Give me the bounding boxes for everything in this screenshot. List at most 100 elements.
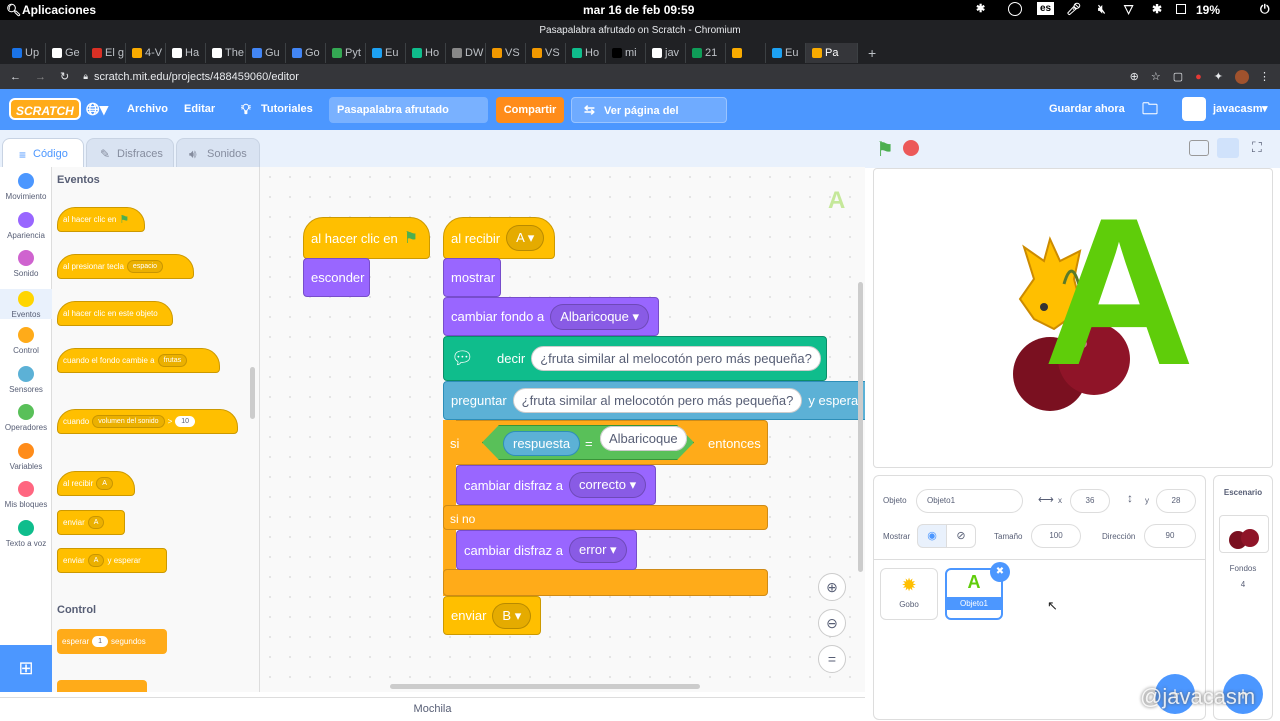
menu-editar[interactable]: Editar xyxy=(184,89,215,130)
stop-icon[interactable] xyxy=(903,140,919,156)
sprite-name-input[interactable]: Objeto1 xyxy=(916,489,1023,513)
globe-icon[interactable]: 🌐︎▾ xyxy=(86,89,108,130)
user-menu-chevron-icon[interactable]: ▾ xyxy=(1262,89,1268,130)
browser-tab[interactable]: Eu xyxy=(766,43,806,63)
green-flag-icon[interactable]: ⚑ xyxy=(876,137,894,162)
block-palette[interactable]: Eventos al hacer clic en ⚑ al presionar t… xyxy=(52,167,260,692)
answer-reporter[interactable]: respuesta xyxy=(503,431,581,456)
palette-block-broadcast[interactable]: enviar A xyxy=(57,510,125,535)
reload-icon[interactable]: ↻ xyxy=(60,70,69,83)
category-control[interactable]: Control xyxy=(0,327,52,355)
backpack-bar[interactable]: Mochila xyxy=(0,697,865,720)
message-dropdown[interactable]: A xyxy=(96,477,113,490)
browser-tab[interactable]: jav xyxy=(646,43,686,63)
browser-tab[interactable]: Gu xyxy=(246,43,286,63)
browser-tab[interactable]: Pa xyxy=(806,43,858,63)
browser-tab[interactable]: Go xyxy=(286,43,326,63)
bookmark-star-icon[interactable]: ☆ xyxy=(1151,70,1161,83)
new-tab-icon[interactable]: + xyxy=(868,45,876,61)
forward-icon[interactable]: → xyxy=(35,71,46,83)
fullscreen-icon[interactable]: ⛶ xyxy=(1252,139,1262,156)
browser-tab[interactable]: El g xyxy=(86,43,126,63)
compare-value-input[interactable]: Albaricoque xyxy=(600,426,687,451)
palette-block-when-greater-than[interactable]: cuando volumen del sonido >10 xyxy=(57,409,238,434)
block-switch-costume-error[interactable]: cambiar disfraz a error ▾ xyxy=(456,530,637,570)
small-stage-icon[interactable] xyxy=(1189,140,1209,156)
script-vertical-scrollbar[interactable] xyxy=(858,282,863,572)
user-name[interactable]: javacasm xyxy=(1213,89,1263,130)
profile-avatar[interactable] xyxy=(1235,69,1249,84)
category-sonido[interactable]: Sonido xyxy=(0,250,52,278)
speak-text-input[interactable]: ¿fruta similar al melocotón pero más peq… xyxy=(531,346,821,371)
browser-menu-icon[interactable]: ⋮ xyxy=(1259,70,1270,83)
browser-tab[interactable]: Ho xyxy=(406,43,446,63)
x-input[interactable]: 36 xyxy=(1070,489,1110,513)
sprite-tile-gobo[interactable]: ✹ Gobo xyxy=(880,568,938,620)
browser-tab[interactable]: 21 xyxy=(686,43,726,63)
category-eventos[interactable]: Eventos xyxy=(0,288,52,319)
message-dropdown[interactable]: A xyxy=(87,554,105,567)
message-dropdown[interactable]: A xyxy=(87,516,105,529)
bluetooth-status-icon[interactable]: ✱ xyxy=(1152,2,1162,16)
palette-block-repeat[interactable] xyxy=(57,680,147,692)
backdrop-dropdown[interactable]: frutas xyxy=(157,354,188,367)
zoom-in-button[interactable]: ⊕ xyxy=(818,573,846,601)
browser-tab[interactable]: Up xyxy=(6,43,46,63)
palette-block-wait[interactable]: esperar 1 segundos xyxy=(57,629,167,654)
y-input[interactable]: 28 xyxy=(1156,489,1196,513)
user-avatar[interactable] xyxy=(1182,97,1206,121)
costume-dropdown[interactable]: correcto ▾ xyxy=(568,472,647,498)
add-extension-button[interactable]: ⊞ xyxy=(0,645,52,692)
block-switch-backdrop[interactable]: cambiar fondo a Albaricoque ▾ xyxy=(443,297,659,336)
palette-block-when-key-pressed[interactable]: al presionar tecla espacio xyxy=(57,254,194,279)
key-dropdown[interactable]: espacio xyxy=(126,260,164,273)
large-stage-icon[interactable] xyxy=(1217,138,1239,158)
show-visible-toggle[interactable]: ◉ xyxy=(917,524,947,548)
browser-tab[interactable]: VS xyxy=(526,43,566,63)
browser-tab[interactable]: Pyt xyxy=(326,43,366,63)
message-dropdown[interactable]: B ▾ xyxy=(492,602,532,629)
palette-block-broadcast-and-wait[interactable]: enviar Ay esperar xyxy=(57,548,167,573)
browser-tab[interactable]: mi xyxy=(606,43,646,63)
category-sensores[interactable]: Sensores xyxy=(0,365,52,394)
costume-dropdown[interactable]: error ▾ xyxy=(568,537,627,563)
adblock-icon[interactable]: ● xyxy=(1195,71,1202,83)
project-title-input[interactable]: Pasapalabra afrutado xyxy=(329,97,488,123)
message-dropdown[interactable]: A ▾ xyxy=(506,225,545,251)
browser-tab[interactable]: DW xyxy=(446,43,486,63)
tab-codigo[interactable]: Código xyxy=(2,138,84,168)
zoom-icon[interactable]: ⊕ xyxy=(1130,70,1139,83)
category-variables[interactable]: Variables xyxy=(0,442,52,471)
palette-block-when-backdrop-switches[interactable]: cuando el fondo cambie a frutas xyxy=(57,348,220,373)
menu-tutoriales[interactable]: Tutoriales xyxy=(261,89,313,130)
back-icon[interactable]: ← xyxy=(10,71,21,83)
category-mis-bloques[interactable]: Mis bloques xyxy=(0,481,52,509)
menu-archivo[interactable]: Archivo xyxy=(127,89,168,130)
number-input[interactable]: 1 xyxy=(92,636,109,647)
palette-block-when-sprite-clicked[interactable]: al hacer clic en este objeto xyxy=(57,301,173,326)
ask-text-input[interactable]: ¿fruta similar al melocotón pero más peq… xyxy=(512,388,803,413)
category-movimiento[interactable]: Movimiento xyxy=(0,173,52,201)
zoom-out-button[interactable]: ⊖ xyxy=(818,609,846,637)
block-switch-costume-correct[interactable]: cambiar disfraz a correcto ▾ xyxy=(456,465,656,505)
show-hidden-toggle[interactable]: ⊘ xyxy=(946,524,976,548)
browser-tab[interactable]: VS xyxy=(486,43,526,63)
extension-icon[interactable]: ▢ xyxy=(1173,70,1183,83)
clock[interactable]: mar 16 de feb 09:59 xyxy=(583,3,694,17)
category-apariencia[interactable]: Apariencia xyxy=(0,211,52,240)
browser-tab[interactable]: Ha xyxy=(166,43,206,63)
palette-block-when-flag-clicked[interactable]: al hacer clic en ⚑ xyxy=(57,207,145,232)
block-broadcast[interactable]: enviar B ▾ xyxy=(443,596,541,635)
block-hide[interactable]: esconder xyxy=(303,258,370,297)
number-input[interactable]: 10 xyxy=(175,416,196,427)
block-when-i-receive[interactable]: al recibir A ▾ xyxy=(443,217,555,259)
stage-canvas[interactable]: A xyxy=(873,168,1273,468)
script-horizontal-scrollbar[interactable] xyxy=(390,684,700,689)
script-area[interactable]: A al hacer clic en ⚑ esconder al recibir A… xyxy=(260,167,865,692)
language-indicator[interactable]: es xyxy=(1037,2,1055,15)
sensor-dropdown[interactable]: volumen del sonido xyxy=(92,415,165,428)
url-field[interactable]: scratch.mit.edu/projects/488459060/edito… xyxy=(94,71,299,83)
system-menu-icon[interactable]: ⏻ xyxy=(1260,2,1270,17)
browser-tab[interactable] xyxy=(726,43,766,63)
wifi-icon[interactable]: ▽ xyxy=(1124,2,1133,16)
